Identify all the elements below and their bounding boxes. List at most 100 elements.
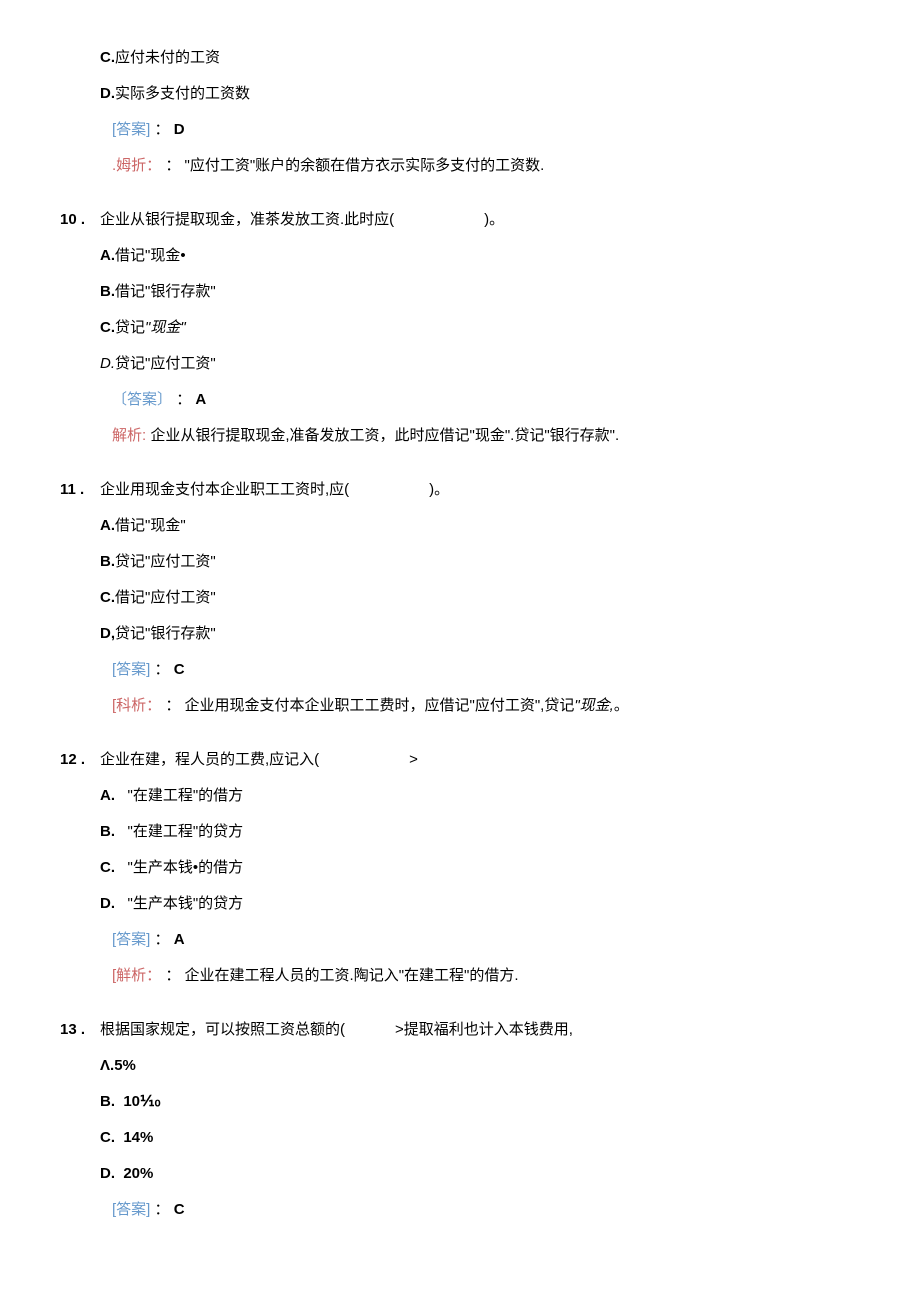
option-letter: C. — [100, 859, 115, 876]
answer-sep: ： — [155, 661, 170, 678]
analysis-text: 企业在建工程人员的工资.陶记入"在建工程"的借方. — [185, 967, 519, 984]
analysis-line: .姆折： ： "应付工资"账户的余额在借方衣示实际多支付的工资数. — [100, 148, 860, 184]
option-a: Λ.5% — [100, 1048, 860, 1084]
answer-line: [答案] ： C — [100, 652, 860, 688]
answer-sep: ： — [155, 121, 170, 138]
answer-line: [答案] ： D — [100, 112, 860, 148]
question-number: 12 . — [60, 742, 100, 994]
analysis-label: 解析: — [112, 427, 146, 444]
analysis-sep: ： — [165, 697, 180, 714]
option-text-italic: "现金" — [145, 319, 186, 336]
question-stem: 企业从银行提取现金，准茶发放工资.此时应()。 — [100, 202, 860, 238]
analysis-line: [觧析： ： 企业在建工程人员的工资.陶记入"在建工程"的借方. — [100, 958, 860, 994]
option-letter: B. — [100, 283, 115, 300]
option-text: 借记"应付工资" — [115, 589, 216, 606]
option-text: 10⅒ — [123, 1093, 160, 1110]
answer-label: [答案] — [112, 931, 150, 948]
option-letter: A. — [100, 787, 115, 804]
analysis-label: .姆折： — [112, 157, 161, 174]
option-text: "在建工程"的贷方 — [128, 823, 244, 840]
analysis-text: "应付工资"账户的余额在借方衣示实际多支付的工资数. — [185, 157, 545, 174]
option-a: A.借记"现金• — [100, 238, 860, 274]
option-letter: D. — [100, 895, 115, 912]
answer-value: A — [174, 931, 185, 948]
option-d: D.实际多支付的工资数 — [100, 76, 860, 112]
option-letter: B. — [100, 553, 115, 570]
analysis-sep: ： — [165, 157, 180, 174]
option-text: 14% — [123, 1129, 153, 1146]
analysis-text-italic: "现金, — [574, 697, 614, 714]
analysis-text: 企业从银行提取现金,准备发放工资，此时应借记"现金".贷记"银行存款". — [150, 427, 619, 444]
answer-label: 〔答案〕 — [112, 391, 172, 408]
answer-line: [答案] ： C — [100, 1192, 860, 1228]
option-text: 应付未付的工资 — [115, 49, 220, 66]
analysis-label: [科析： — [112, 697, 161, 714]
option-a: A. "在建工程"的借方 — [100, 778, 860, 814]
option-b: B.借记"银行存款" — [100, 274, 860, 310]
option-d: D,贷记"银行存款" — [100, 616, 860, 652]
option-letter: B. — [100, 1093, 115, 1110]
option-text: 借记"现金• — [115, 247, 186, 264]
option-b: B. "在建工程"的贷方 — [100, 814, 860, 850]
option-text: "生产本钱"的贷方 — [128, 895, 244, 912]
option-text: "生产本钱•的借方 — [128, 859, 244, 876]
option-letter: C. — [100, 49, 115, 66]
question-stem: 企业在建，程人员的工费,应记入(> — [100, 742, 860, 778]
option-b: B.贷记"应付工资" — [100, 544, 860, 580]
option-letter: C. — [100, 319, 115, 336]
option-d: D. "生产本钱"的贷方 — [100, 886, 860, 922]
answer-value: D — [174, 121, 185, 138]
option-text: 贷记"应付工资" — [115, 553, 216, 570]
option-c: C. 14% — [100, 1120, 860, 1156]
analysis-line: 解析: 企业从银行提取现金,准备发放工资，此时应借记"现金".贷记"银行存款". — [100, 418, 860, 454]
option-letter: A. — [100, 247, 115, 264]
answer-line: [答案] ： A — [100, 922, 860, 958]
question-13: 13 . 根据国家规定，可以按照工资总额的(>提取福利也计入本钱费用, Λ.5%… — [60, 1012, 860, 1228]
question-stem: 企业用现金支付本企业职工工资时,应()。 — [100, 472, 860, 508]
answer-label: [答案] — [112, 661, 150, 678]
option-letter: Λ. — [100, 1057, 114, 1074]
answer-label: [答案] — [112, 1201, 150, 1218]
option-d: D.贷记"应付工资" — [100, 346, 860, 382]
option-text: 实际多支付的工资数 — [115, 85, 250, 102]
analysis-label: [觧析： — [112, 967, 161, 984]
analysis-text-post: 。 — [614, 697, 629, 714]
option-letter: B. — [100, 823, 115, 840]
option-letter: D. — [100, 1165, 115, 1182]
question-number: 11 . — [60, 472, 100, 724]
question-number: 13 . — [60, 1012, 100, 1228]
option-a: A.借记"现金" — [100, 508, 860, 544]
analysis-text-pre: 企业用现金支付本企业职工工费时，应借记"应付工资",贷记 — [185, 697, 575, 714]
answer-label: [答案] — [112, 121, 150, 138]
option-letter: D. — [100, 355, 115, 372]
question-12: 12 . 企业在建，程人员的工费,应记入(> A. "在建工程"的借方 B. "… — [60, 742, 860, 994]
question-11: 11 . 企业用现金支付本企业职工工资时,应()。 A.借记"现金" B.贷记"… — [60, 472, 860, 724]
question-number: 10 . — [60, 202, 100, 454]
option-text: 借记"现金" — [115, 517, 186, 534]
option-c: C.贷记"现金" — [100, 310, 860, 346]
option-c: C.应付未付的工资 — [100, 40, 860, 76]
answer-sep: ： — [155, 1201, 170, 1218]
answer-line: 〔答案〕 ： A — [100, 382, 860, 418]
option-letter: D. — [100, 85, 115, 102]
answer-value: C — [174, 1201, 185, 1218]
option-text: 贷记"银行存款" — [115, 625, 216, 642]
option-letter: A. — [100, 517, 115, 534]
option-text-pre: 贷记 — [115, 319, 145, 336]
analysis-line: [科析： ： 企业用现金支付本企业职工工费时，应借记"应付工资",贷记"现金,。 — [100, 688, 860, 724]
answer-value: C — [174, 661, 185, 678]
option-b: B. 10⅒ — [100, 1084, 860, 1120]
option-text: 借记"银行存款" — [115, 283, 216, 300]
option-letter: C. — [100, 589, 115, 606]
answer-sep: ： — [176, 391, 191, 408]
option-text: "在建工程"的借方 — [128, 787, 244, 804]
question-stem: 根据国家规定，可以按照工资总额的(>提取福利也计入本钱费用, — [100, 1012, 860, 1048]
analysis-sep: ： — [165, 967, 180, 984]
option-letter: C. — [100, 1129, 115, 1146]
option-text: 20% — [123, 1165, 153, 1182]
answer-sep: ： — [155, 931, 170, 948]
option-text: 贷记"应付工资" — [115, 355, 216, 372]
option-c: C. "生产本钱•的借方 — [100, 850, 860, 886]
option-letter: D, — [100, 625, 115, 642]
prev-question-fragment: C.应付未付的工资 D.实际多支付的工资数 [答案] ： D .姆折： ： "应… — [60, 40, 860, 184]
